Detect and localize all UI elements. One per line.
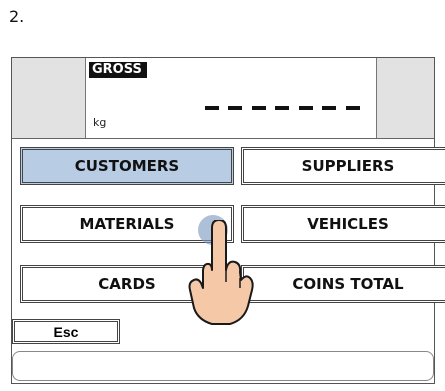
weight-display: GROSS kg <box>12 58 434 139</box>
step-number: 2. <box>9 7 25 26</box>
esc-button[interactable]: Esc <box>12 319 120 344</box>
suppliers-button[interactable]: SUPPLIERS <box>241 147 445 185</box>
customers-button[interactable]: CUSTOMERS <box>20 147 234 185</box>
status-bar <box>12 351 434 381</box>
weight-value <box>205 106 361 114</box>
unit-label: kg <box>93 116 107 129</box>
terminal-panel: GROSS kg CUSTOMERS SUPPLIERS MATERIALS V… <box>11 57 445 384</box>
hand-pointer-icon <box>188 220 254 325</box>
coins-total-button[interactable]: COINS TOTAL <box>241 265 445 303</box>
gross-label: GROSS <box>89 62 147 78</box>
vehicles-button[interactable]: VEHICLES <box>241 205 445 243</box>
display-left-panel <box>12 58 86 138</box>
display-right-panel <box>376 58 434 138</box>
